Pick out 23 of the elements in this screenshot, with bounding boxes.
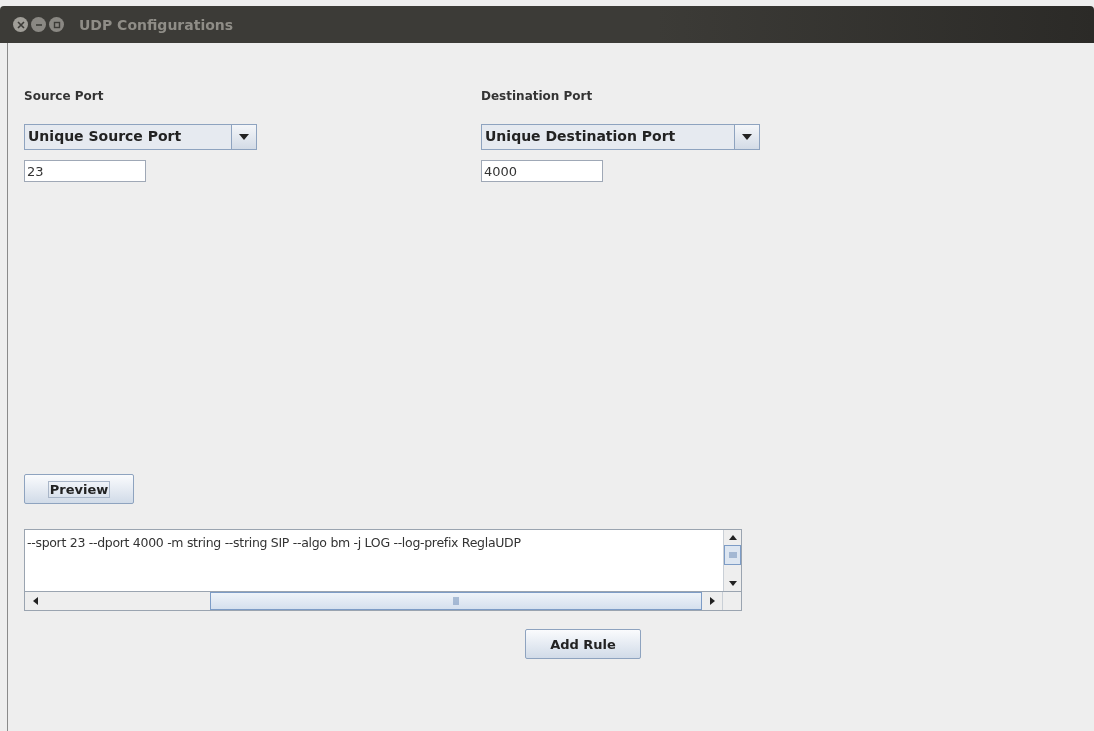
maximize-icon[interactable] (49, 17, 64, 32)
output-text-area[interactable]: --sport 23 --dport 4000 -m string --string SIP --algo bm -j LOG --log-prefix ReglaUDP (24, 529, 742, 611)
add-rule-button[interactable]: Add Rule (525, 629, 641, 659)
dropdown[interactable]: Unique Destination Port (481, 124, 760, 150)
vertical-scrollbar[interactable] (723, 530, 741, 591)
scroll-up-icon[interactable] (728, 535, 737, 540)
scroll-down-icon[interactable] (728, 581, 737, 586)
dropdown[interactable]: Unique Source Port (24, 124, 257, 150)
scrollbar-corner (722, 592, 741, 610)
port-field[interactable]: 4000 (481, 160, 603, 182)
field-label: Source Port (24, 89, 104, 105)
scroll-left-icon[interactable] (32, 597, 38, 605)
horizontal-scrollbar[interactable] (25, 592, 722, 610)
window-title: UDP Configurations (79, 16, 234, 33)
command-text: --sport 23 --dport 4000 -m string --string SIP --algo bm -j LOG --log-prefix ReglaUDP (26, 534, 522, 552)
close-icon[interactable] (13, 17, 28, 32)
grip-icon[interactable] (453, 597, 459, 605)
preview-button[interactable]: Preview (24, 474, 134, 504)
minimize-icon[interactable] (31, 17, 46, 32)
field-label: Destination Port (481, 89, 593, 105)
port-field[interactable]: 23 (24, 160, 146, 182)
scroll-right-icon[interactable] (709, 597, 715, 605)
grip-icon[interactable] (728, 552, 737, 558)
